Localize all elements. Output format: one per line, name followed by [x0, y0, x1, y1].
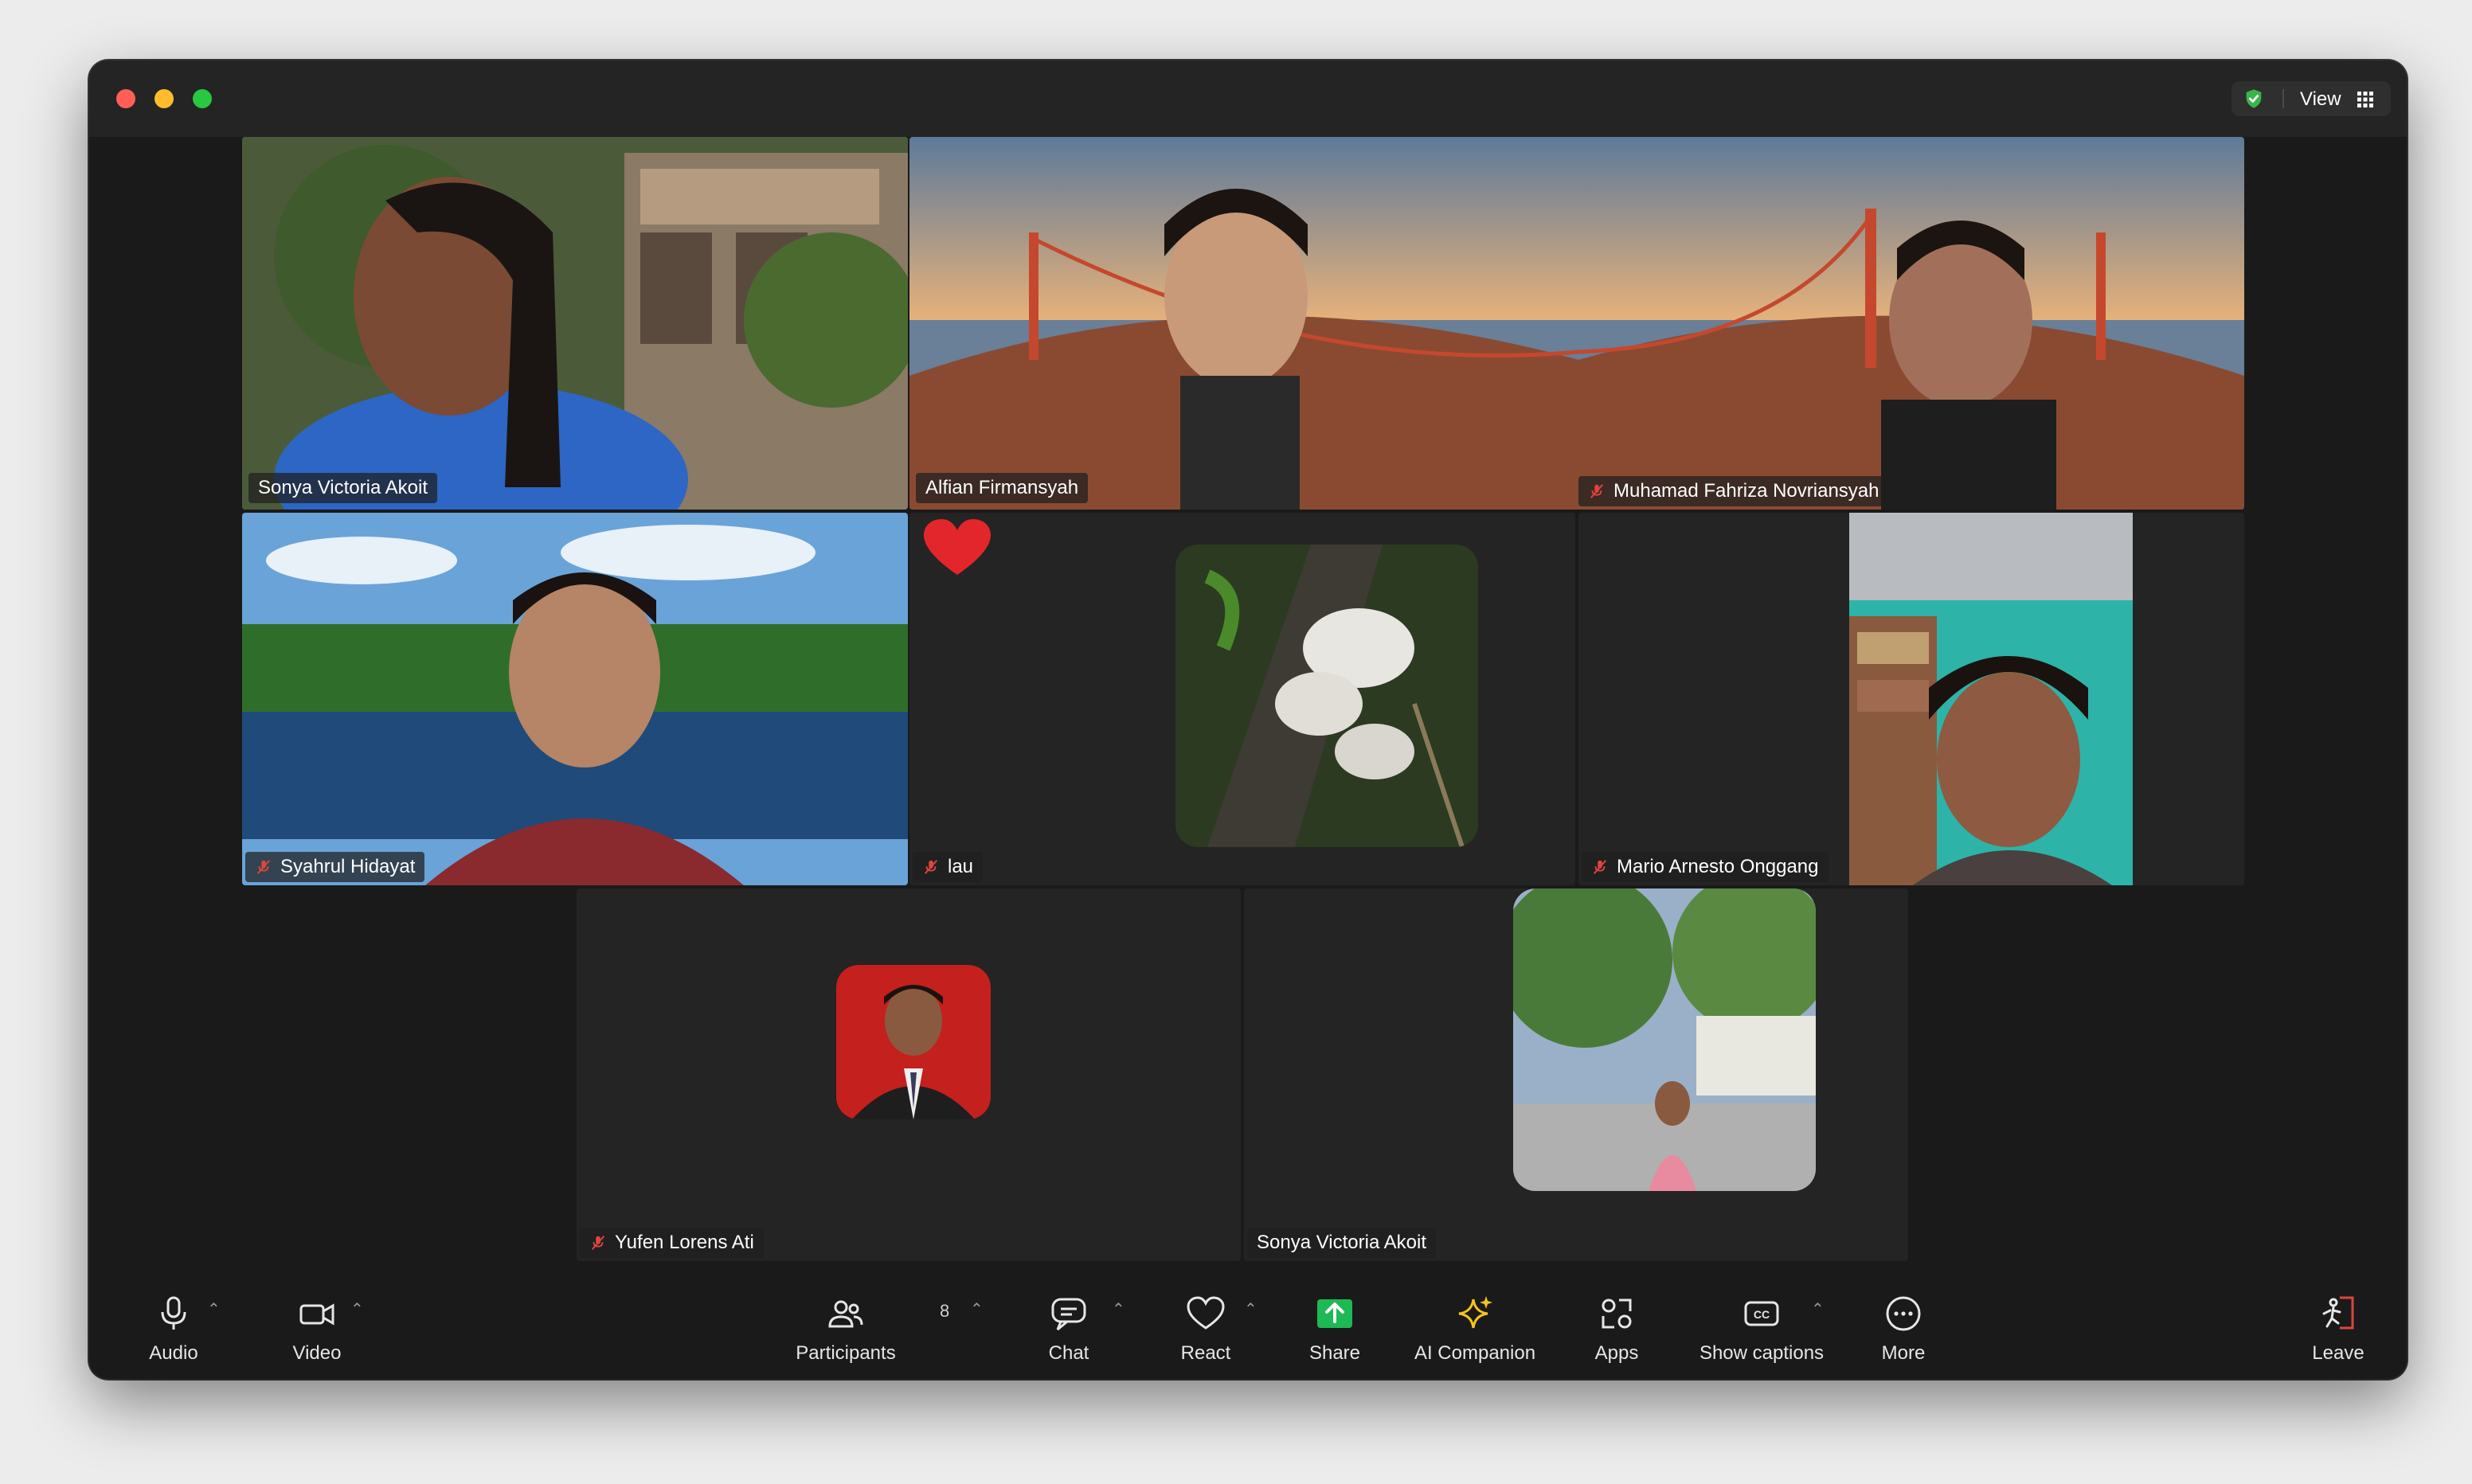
participant-name: Sonya Victoria Akoit — [258, 477, 428, 498]
meeting-toolbar: Audio ⌃ Video ⌃ Participants 8 ⌃ Chat ⌃ … — [89, 1283, 2407, 1379]
heart-reaction-icon — [924, 519, 991, 575]
chat-options-caret[interactable]: ⌃ — [1112, 1299, 1125, 1319]
muted-mic-icon — [256, 860, 271, 874]
name-tag: Yufen Lorens Ati — [580, 1228, 764, 1258]
camera-icon — [299, 1303, 334, 1326]
heart-outline-icon — [1187, 1296, 1225, 1330]
close-window-button[interactable] — [116, 89, 135, 108]
leave-button[interactable]: Leave — [2298, 1291, 2378, 1365]
ai-companion-button[interactable]: AI Companion — [1403, 1291, 1547, 1365]
participant-name: Mario Arnesto Onggang — [1617, 856, 1819, 877]
more-button[interactable]: More — [1864, 1291, 1943, 1365]
muted-mic-icon — [1590, 484, 1604, 498]
chat-button[interactable]: Chat — [1029, 1291, 1109, 1365]
muted-mic-icon — [924, 860, 938, 874]
participant-name: Syahrul Hidayat — [280, 856, 416, 877]
video-tile-sonya-top[interactable]: Sonya Victoria Akoit — [242, 137, 908, 510]
name-tag: Sonya Victoria Akoit — [248, 473, 438, 503]
video-tile-syahrul[interactable]: Syahrul Hidayat — [242, 513, 908, 885]
cc-icon: CC — [1744, 1301, 1779, 1326]
video-label: Video — [292, 1342, 342, 1364]
participant-name: Sonya Victoria Akoit — [1257, 1232, 1427, 1253]
share-button[interactable]: Share — [1295, 1291, 1375, 1365]
participants-button[interactable]: Participants — [774, 1291, 917, 1365]
chat-label: Chat — [1048, 1342, 1089, 1364]
video-button[interactable]: Video — [277, 1291, 357, 1365]
participant-name: Muhamad Fahriza Novriansyah — [1613, 480, 1879, 502]
avatar-yufen — [836, 965, 991, 1119]
react-label: React — [1180, 1342, 1231, 1364]
muted-mic-icon — [1593, 860, 1607, 874]
zoom-meeting-window: View Sonya Victoria Akoit Alfian Firmans… — [89, 61, 2407, 1379]
participants-count: 8 — [940, 1301, 950, 1321]
participant-name: Alfian Firmansyah — [925, 477, 1079, 498]
ellipsis-icon — [1886, 1296, 1921, 1331]
participant-name: Yufen Lorens Ati — [615, 1232, 754, 1253]
react-options-caret[interactable]: ⌃ — [1244, 1299, 1258, 1319]
audio-label: Audio — [149, 1342, 198, 1364]
name-tag: lau — [913, 852, 984, 882]
view-separator — [2282, 89, 2284, 108]
view-button[interactable]: View — [2231, 81, 2391, 116]
ai-companion-label: AI Companion — [1414, 1342, 1536, 1364]
video-options-caret[interactable]: ⌃ — [350, 1299, 364, 1319]
video-feed-mario — [1849, 513, 2133, 885]
name-tag: Alfian Firmansyah — [916, 473, 1089, 503]
name-tag: Syahrul Hidayat — [245, 852, 425, 882]
apps-label: Apps — [1594, 1342, 1639, 1364]
participants-options-caret[interactable]: ⌃ — [970, 1299, 984, 1319]
grid-view-icon — [2357, 92, 2373, 107]
door-exit-icon — [2322, 1296, 2354, 1330]
video-tile-mario[interactable]: Mario Arnesto Onggang — [1578, 513, 2244, 885]
name-tag: Mario Arnesto Onggang — [1582, 852, 1829, 882]
people-icon — [828, 1300, 863, 1328]
audio-button[interactable]: Audio — [134, 1291, 213, 1365]
avatar-sonya — [1513, 888, 1816, 1191]
participant-name: lau — [948, 856, 974, 877]
captions-options-caret[interactable]: ⌃ — [1811, 1299, 1825, 1319]
view-label: View — [2300, 88, 2341, 110]
video-tile-lau[interactable]: lau — [909, 513, 1575, 885]
muted-mic-icon — [591, 1236, 605, 1250]
audio-options-caret[interactable]: ⌃ — [207, 1299, 221, 1319]
video-feed-sonya — [242, 137, 908, 510]
name-tag: Sonya Victoria Akoit — [1247, 1228, 1437, 1258]
react-button[interactable]: React — [1166, 1291, 1246, 1365]
sparkle-icon — [1458, 1296, 1492, 1329]
apps-button[interactable]: Apps — [1577, 1291, 1656, 1365]
video-tile-yufen[interactable]: Yufen Lorens Ati — [577, 888, 1241, 1261]
video-feed-golden-gate — [909, 137, 2244, 510]
title-bar: View — [89, 61, 2407, 137]
participants-label: Participants — [796, 1342, 896, 1364]
video-tile-golden-gate[interactable]: Alfian Firmansyah Muhamad Fahriza Novria… — [909, 137, 2244, 510]
video-feed-syahrul — [242, 513, 908, 885]
maximize-window-button[interactable] — [193, 89, 212, 108]
name-tag: Muhamad Fahriza Novriansyah — [1578, 476, 1889, 506]
security-shield-icon — [2246, 89, 2262, 108]
video-tile-sonya-bottom[interactable]: Sonya Victoria Akoit — [1244, 888, 1908, 1261]
microphone-icon — [161, 1296, 186, 1330]
avatar-lau — [1175, 545, 1478, 847]
svg-text:CC: CC — [1754, 1308, 1770, 1321]
chat-bubble-icon — [1051, 1298, 1086, 1331]
more-label: More — [1881, 1342, 1926, 1364]
minimize-window-button[interactable] — [154, 89, 174, 108]
apps-icon — [1602, 1298, 1632, 1329]
leave-label: Leave — [2312, 1342, 2364, 1364]
share-label: Share — [1308, 1342, 1361, 1364]
video-gallery: Sonya Victoria Akoit Alfian Firmansyah M… — [89, 137, 2407, 1283]
share-arrow-icon — [1317, 1299, 1352, 1328]
show-captions-label: Show captions — [1699, 1342, 1825, 1364]
